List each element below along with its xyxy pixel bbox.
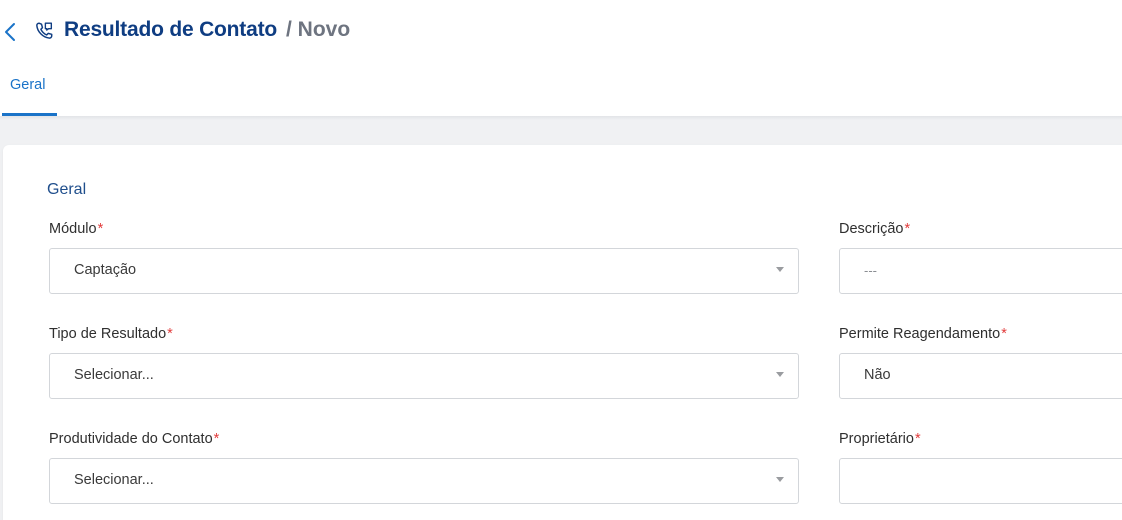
- proprietario-select[interactable]: [839, 458, 1122, 504]
- modulo-label: Módulo*: [49, 221, 103, 237]
- required-marker: *: [914, 431, 921, 447]
- tipo-resultado-label: Tipo de Resultado*: [49, 326, 173, 342]
- tab-geral[interactable]: Geral: [2, 72, 57, 116]
- produtividade-value: Selecionar...: [74, 472, 154, 488]
- page-title: Resultado de Contato: [64, 18, 278, 41]
- required-marker: *: [1001, 326, 1007, 342]
- modulo-value: Captação: [74, 262, 137, 278]
- page-subtitle: / Novo: [286, 18, 351, 41]
- caret-down-icon: [776, 372, 784, 377]
- permite-reagendamento-label: Permite Reagendamento*: [839, 326, 1007, 342]
- tipo-resultado-value: Selecionar...: [74, 367, 154, 383]
- tipo-resultado-select[interactable]: Selecionar...: [49, 353, 799, 399]
- required-marker: *: [167, 326, 173, 342]
- modulo-label-text: Módulo: [49, 221, 97, 237]
- divider: [0, 116, 1122, 120]
- produtividade-label-text: Produtividade do Contato: [49, 431, 213, 447]
- required-marker: *: [213, 431, 220, 447]
- produtividade-label: Produtividade do Contato*: [49, 431, 219, 447]
- descricao-label-text: Descrição: [839, 221, 904, 237]
- back-button[interactable]: [0, 19, 20, 45]
- permite-reagendamento-value: Não: [864, 367, 891, 383]
- permite-reagendamento-select[interactable]: Não: [839, 353, 1122, 399]
- tab-label: Geral: [10, 77, 46, 93]
- section-title: Geral: [47, 181, 87, 198]
- permite-reagendamento-label-text: Permite Reagendamento: [839, 326, 1001, 342]
- descricao-input[interactable]: ---: [839, 248, 1122, 294]
- produtividade-select[interactable]: Selecionar...: [49, 458, 799, 504]
- required-marker: *: [97, 221, 104, 237]
- phone-callback-icon: [36, 22, 53, 39]
- tipo-resultado-label-text: Tipo de Resultado: [49, 326, 167, 342]
- caret-down-icon: [776, 477, 784, 482]
- proprietario-label-text: Proprietário: [839, 431, 914, 447]
- required-marker: *: [904, 221, 911, 237]
- proprietario-label: Proprietário*: [839, 431, 921, 447]
- descricao-label: Descrição*: [839, 221, 910, 237]
- descricao-placeholder: ---: [864, 263, 877, 278]
- modulo-select[interactable]: Captação: [49, 248, 799, 294]
- chevron-left-icon: [5, 23, 15, 41]
- caret-down-icon: [776, 267, 784, 272]
